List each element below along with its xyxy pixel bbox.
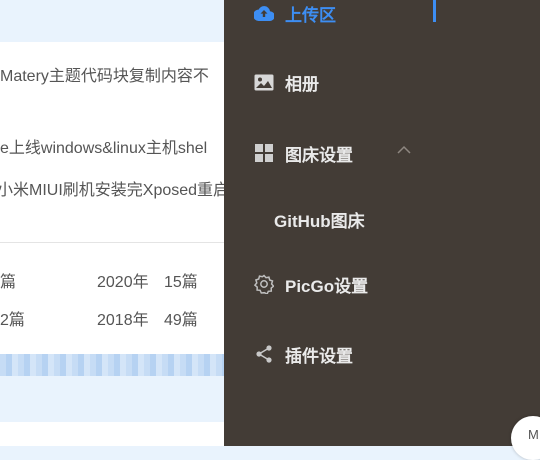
gear-icon <box>254 274 274 294</box>
share-icon <box>254 344 274 364</box>
archive-count: 篇 <box>0 274 17 291</box>
menu-item-plugins[interactable]: 插件设置 <box>254 342 353 366</box>
menu-label: 相册 <box>285 74 319 94</box>
archive-year[interactable]: 2018年 <box>97 306 149 330</box>
menu-label: GitHub图床 <box>274 211 365 231</box>
menu-label: PicGo设置 <box>285 276 369 296</box>
menu-label: 图床设置 <box>285 145 353 165</box>
active-indicator <box>433 0 436 22</box>
menu-label: 上传区 <box>285 5 336 25</box>
footer-card <box>0 422 224 446</box>
post-link[interactable]: 小米MIUI刷机安装完Xposed重启 <box>0 176 229 200</box>
post-link[interactable]: e上线windows&linux主机shel <box>0 134 207 158</box>
menu-item-github[interactable]: GitHub图床 <box>274 207 365 231</box>
archive-count: 15篇 <box>164 274 198 291</box>
posts-card: Matery主题代码块复制内容不 e上线windows&linux主机shel … <box>0 42 229 354</box>
image-icon <box>254 72 274 92</box>
post-link[interactable]: Matery主题代码块复制内容不 <box>0 62 209 86</box>
menu-item-picgo-settings[interactable]: PicGo设置 <box>254 272 368 296</box>
divider <box>0 242 224 243</box>
menu-label: 插件设置 <box>285 346 353 366</box>
menu-item-album[interactable]: 相册 <box>254 70 319 94</box>
background-page: Matery主题代码块复制内容不 e上线windows&linux主机shel … <box>0 0 229 446</box>
archive-year[interactable]: 2020年 <box>97 268 149 292</box>
menu-item-bed-settings[interactable]: 图床设置 <box>254 141 353 165</box>
grid-icon <box>254 143 274 163</box>
menu-item-upload[interactable]: 上传区 <box>254 1 336 25</box>
chevron-up-icon[interactable] <box>394 140 414 160</box>
cloud-upload-icon <box>254 3 274 23</box>
archive-count: 49篇 <box>164 312 198 329</box>
archive-count: 2篇 <box>0 312 25 329</box>
blurred-banner <box>0 354 224 376</box>
side-menu: 上传区 相册 图床设置 GitHub图床 PicGo设置 插件设置 <box>224 0 540 446</box>
